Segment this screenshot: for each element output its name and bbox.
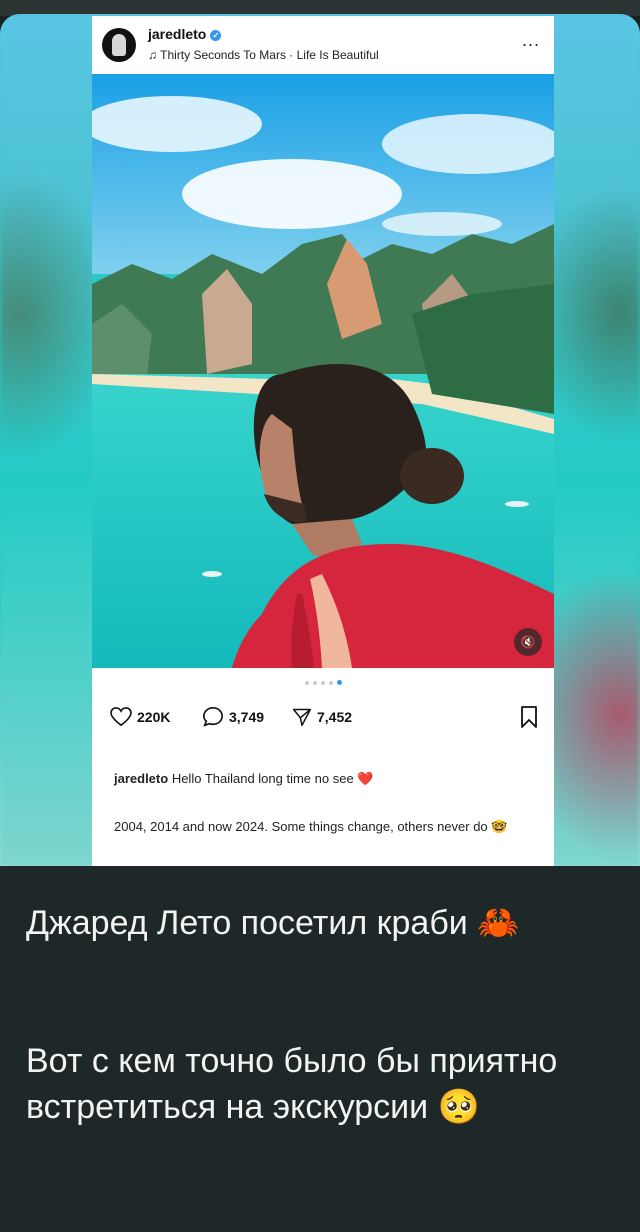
pager-dot <box>320 681 325 685</box>
bookmark-button[interactable] <box>520 706 538 733</box>
likes-count: 220K <box>137 709 171 725</box>
post-header: jaredleto ✓ ♫ Thirty Seconds To Mars · Li… <box>92 16 554 74</box>
photo-illustration <box>92 74 554 668</box>
message-bubble: jaredleto ✓ ♫ Thirty Seconds To Mars · Li… <box>0 14 640 1232</box>
message-text: Джаред Лето посетил краби 🦀 Вот с кем то… <box>26 900 616 1130</box>
post-song: ♫ Thirty Seconds To Mars · Life Is Beaut… <box>148 48 379 62</box>
forwarded-media[interactable]: jaredleto ✓ ♫ Thirty Seconds To Mars · Li… <box>0 14 640 866</box>
message-line-1: Джаред Лето посетил краби 🦀 <box>26 904 520 942</box>
comment-button[interactable]: 3,749 <box>202 702 264 732</box>
more-icon: ... <box>521 30 540 50</box>
comments-count: 3,749 <box>229 709 265 725</box>
bookmark-icon <box>521 706 537 728</box>
caption-text: Hello Thailand long time no see ❤️ <box>171 771 374 786</box>
post-caption-line2: 2004, 2014 and now 2024. Some things cha… <box>114 819 508 834</box>
message-line-2: Вот с кем точно было бы приятно встретит… <box>26 1042 558 1126</box>
post-caption: jaredleto Hello Thailand long time no se… <box>114 770 534 788</box>
share-icon <box>292 708 312 727</box>
instagram-post-screenshot: jaredleto ✓ ♫ Thirty Seconds To Mars · Li… <box>92 16 554 866</box>
carousel-indicator <box>92 680 554 685</box>
pager-dot-active <box>336 680 342 685</box>
post-photo: 🔇 <box>92 74 554 668</box>
post-actions: 220K 3,749 7,452 <box>92 702 554 732</box>
pager-dot <box>304 681 309 685</box>
shares-count: 7,452 <box>317 709 353 725</box>
post-username: jaredleto ✓ <box>148 26 222 42</box>
pager-dot <box>312 681 317 685</box>
heart-icon <box>110 707 132 727</box>
share-button[interactable]: 7,452 <box>292 702 352 732</box>
like-button[interactable]: 220K <box>110 702 170 732</box>
pager-dot <box>328 681 333 685</box>
avatar <box>102 28 136 62</box>
caption-username: jaredleto <box>114 771 169 786</box>
comment-icon <box>203 707 223 727</box>
mute-icon[interactable]: 🔇 <box>514 628 542 656</box>
verified-icon: ✓ <box>210 29 222 41</box>
